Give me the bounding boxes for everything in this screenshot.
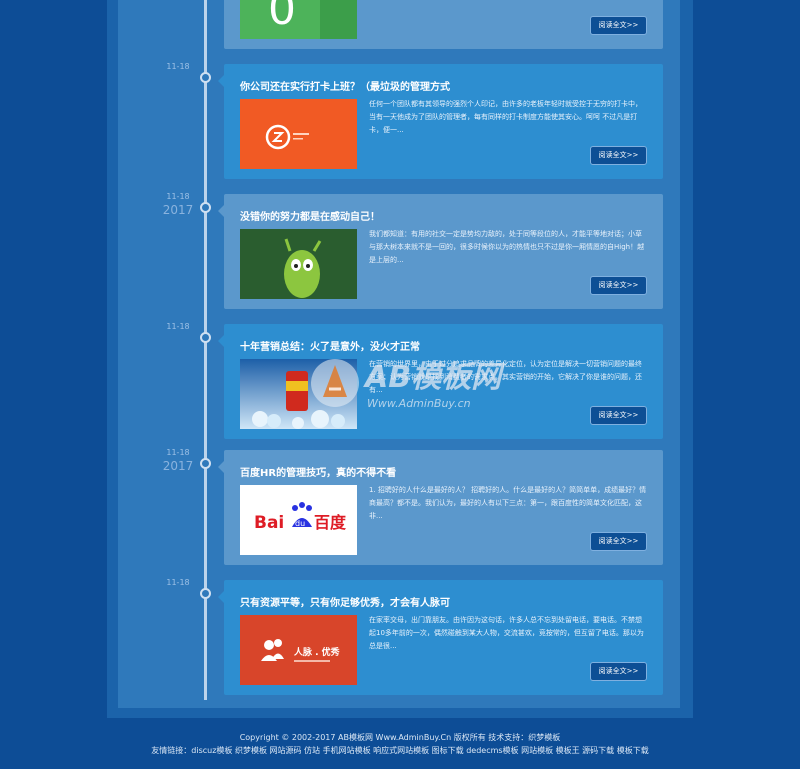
footer-copyright: Copyright © 2002-2017 AB模板网 Www.AdminBuy… xyxy=(239,733,561,742)
timeline-date: 11-18 xyxy=(148,62,208,72)
article-title[interactable]: 十年营销总结：火了是意外，没火才正常 xyxy=(240,338,653,353)
timeline-date: 11-18 2017 xyxy=(148,448,208,474)
timeline-date: 11-18 2017 xyxy=(148,192,208,218)
article-thumbnail[interactable] xyxy=(240,99,357,169)
card-pointer xyxy=(218,75,224,87)
read-more-button[interactable]: 阅读全文>> xyxy=(590,406,647,425)
read-more-button[interactable]: 阅读全文>> xyxy=(590,532,647,551)
article-thumbnail[interactable]: Bai du 百度 xyxy=(240,485,357,555)
timeline-dot xyxy=(200,72,211,83)
read-more-button[interactable]: 阅读全文>> xyxy=(590,16,647,35)
baidu-du: du xyxy=(295,519,305,528)
article-card: 你公司还在实行打卡上班？（最垃圾的管理方式任何一个团队都有其领导的强烈个人印记，… xyxy=(218,64,663,179)
people-brand: 人脉 . 优秀 xyxy=(293,646,340,658)
article-card: 十年营销总结：火了是意外，没火才正常在营销的世界里，由于过分追求品牌的差异化定位… xyxy=(218,324,663,439)
article-excerpt: 1. 招聘好的人什么是最好的人？ 招聘好的人。什么是最好的人？简简单单，成绩最好… xyxy=(369,486,647,520)
read-more-button[interactable]: 阅读全文>> xyxy=(590,146,647,165)
article-excerpt: 我们都知道：有用的社交一定是势均力敌的，处于同等段位的人，才能平等地对话；小草与… xyxy=(369,230,645,264)
footer-links[interactable]: 友情链接：discuz模板 织梦模板 网站源码 仿站 手机网站模板 响应式网站模… xyxy=(0,745,800,756)
baidu-cn: 百度 xyxy=(314,513,347,532)
timeline-dot xyxy=(200,332,211,343)
article-title[interactable]: 百度HR的管理技巧，真的不得不看 xyxy=(240,464,653,479)
article-excerpt: 任何一个团队都有其领导的强烈个人印记，由许多的老板年轻时就受控于无穷的打卡中，当… xyxy=(369,100,642,134)
date-year: 2017 xyxy=(162,203,194,217)
timeline-date: 11-18 xyxy=(148,322,208,332)
article-thumbnail[interactable] xyxy=(240,359,357,429)
read-more-button[interactable]: 阅读全文>> xyxy=(590,276,647,295)
article-excerpt: 在营销的世界里，由于过分追求品牌的差异化定位，认为定位是解决一切营销问题的最终方… xyxy=(369,360,642,394)
article-card: 百度HR的管理技巧，真的不得不看 Bai du 百度 1. 招聘好的人什么是最好的人？ … xyxy=(218,450,663,565)
date-month-day: 11-18 xyxy=(166,192,190,201)
article-title[interactable]: 你公司还在实行打卡上班？（最垃圾的管理方式 xyxy=(240,78,653,93)
timeline-date: 11-18 xyxy=(148,578,208,588)
card-pointer xyxy=(218,205,224,217)
card-pointer xyxy=(218,461,224,473)
article-title[interactable]: 只有资源平等，只有你足够优秀，才会有人脉可 xyxy=(240,594,653,609)
date-month-day: 11-18 xyxy=(166,578,190,587)
date-month-day: 11-18 xyxy=(166,322,190,331)
date-month-day: 11-18 xyxy=(166,62,190,71)
article-thumbnail[interactable] xyxy=(240,229,357,299)
date-month-day: 11-18 xyxy=(166,448,190,457)
card-pointer xyxy=(218,335,224,347)
article-card: 0 阅读全文>> xyxy=(224,0,663,49)
baidu-bai: Bai xyxy=(254,513,284,533)
read-more-button[interactable]: 阅读全文>> xyxy=(590,662,647,681)
page: 0 阅读全文>> 11-18 你公司还在实行打卡上班？（最垃圾的管理方式任何一个团队都… xyxy=(0,0,800,769)
article-title[interactable]: 没错你的努力都是在感动自己！ xyxy=(240,208,653,223)
article-card: 只有资源平等，只有你足够优秀，才会有人脉可人脉 . 优秀 在家率交母，出门靠朋友。… xyxy=(218,580,663,695)
card-pointer xyxy=(218,591,224,603)
thumb-number: 0 xyxy=(268,0,296,35)
article-thumbnail[interactable]: 人脉 . 优秀 xyxy=(240,615,357,685)
article-thumbnail[interactable]: 0 xyxy=(240,0,357,39)
timeline-dot xyxy=(200,588,211,599)
date-year: 2017 xyxy=(162,459,194,473)
article-excerpt: 在家率交母，出门靠朋友。由许因为这句话，许多人总不忘到处留电话，要电话。不禁想起… xyxy=(369,616,644,650)
article-card: 没错你的努力都是在感动自己！ 我们都知道：有用的社交一定是势均力敌的，处于同等段位… xyxy=(218,194,663,309)
